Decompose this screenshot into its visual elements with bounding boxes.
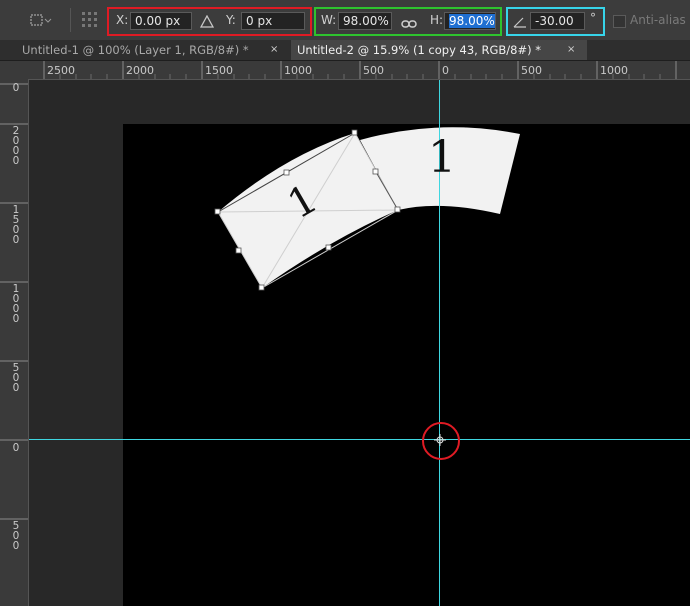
shape-glyph-right: 1	[428, 132, 456, 183]
pivot-crosshair-icon	[434, 434, 446, 446]
horizontal-guide	[29, 439, 690, 440]
pivot-highlight-circle	[422, 422, 460, 460]
canvas-artwork	[29, 80, 690, 606]
